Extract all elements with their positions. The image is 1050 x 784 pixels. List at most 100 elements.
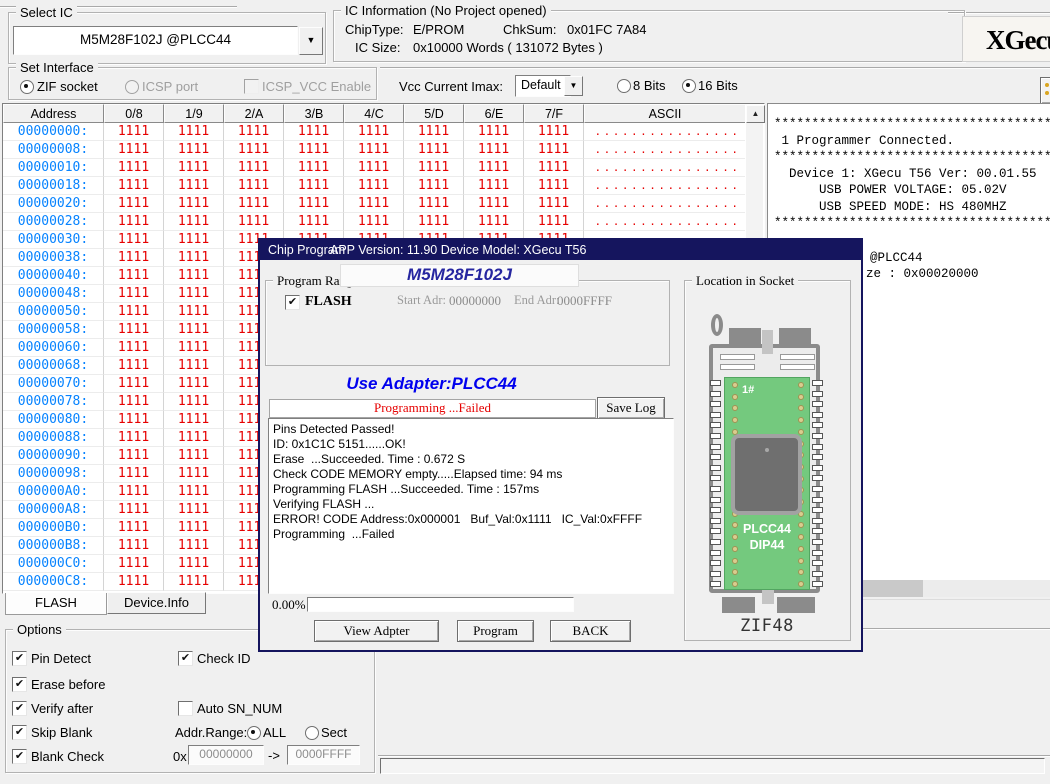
hex-cell[interactable]: 1111 — [104, 123, 164, 141]
bits8-label[interactable]: 8 Bits — [633, 78, 666, 93]
dialog-log-box[interactable]: Pins Detected Passed! ID: 0x1C1C 5151...… — [268, 418, 674, 594]
hex-cell[interactable]: 1111 — [164, 267, 224, 285]
hex-cell[interactable]: 1111 — [404, 195, 464, 213]
hex-cell[interactable]: 1111 — [164, 303, 224, 321]
addr-range-all-radio[interactable] — [247, 726, 261, 740]
hex-cell[interactable]: 1111 — [104, 519, 164, 537]
verify-after-label[interactable]: Verify after — [31, 701, 93, 716]
column-header[interactable]: 3/B — [284, 104, 344, 123]
hex-cell[interactable]: 1111 — [404, 141, 464, 159]
dialog-flash-checkbox[interactable]: ✔ — [285, 295, 300, 310]
hex-cell[interactable]: 1111 — [104, 321, 164, 339]
hex-cell[interactable]: 1111 — [104, 447, 164, 465]
hex-cell[interactable]: 1111 — [104, 303, 164, 321]
hex-cell[interactable]: 1111 — [104, 285, 164, 303]
hex-cell[interactable]: 1111 — [164, 159, 224, 177]
hex-cell[interactable]: 1111 — [104, 429, 164, 447]
pin-detect-checkbox[interactable]: ✔ — [12, 651, 27, 666]
hex-cell[interactable]: 1111 — [164, 429, 224, 447]
check-id-label[interactable]: Check ID — [197, 651, 250, 666]
hex-cell[interactable]: 1111 — [164, 483, 224, 501]
ic-selector-box[interactable]: M5M28F102J @PLCC44 — [13, 26, 298, 55]
hex-cell[interactable]: 1111 — [464, 123, 524, 141]
hex-cell[interactable]: 1111 — [104, 141, 164, 159]
icsp-port-radio[interactable] — [125, 80, 139, 94]
hex-cell[interactable]: 1111 — [344, 159, 404, 177]
hex-cell[interactable]: 1111 — [464, 177, 524, 195]
bits16-radio[interactable] — [682, 79, 696, 93]
erase-before-checkbox[interactable]: ✔ — [12, 677, 27, 692]
column-header[interactable]: Address — [3, 104, 104, 123]
blank-check-checkbox[interactable]: ✔ — [12, 749, 27, 764]
hex-cell[interactable]: 1111 — [524, 123, 584, 141]
vcc-imax-select[interactable]: Default — [515, 75, 571, 97]
hex-cell[interactable]: 1111 — [164, 285, 224, 303]
hex-cell[interactable]: 1111 — [104, 537, 164, 555]
table-row[interactable]: 00000018:1111111111111111111111111111111… — [3, 177, 745, 195]
view-adapter-button[interactable]: View Adpter — [314, 620, 439, 642]
column-header[interactable]: 2/A — [224, 104, 284, 123]
vcc-imax-dropdown-button[interactable]: ▼ — [564, 76, 583, 96]
bits16-label[interactable]: 16 Bits — [698, 78, 738, 93]
hex-cell[interactable]: 1111 — [404, 123, 464, 141]
hex-cell[interactable]: 1111 — [164, 357, 224, 375]
hex-cell[interactable]: 1111 — [524, 141, 584, 159]
hex-cell[interactable]: 1111 — [344, 177, 404, 195]
program-button[interactable]: Program — [457, 620, 534, 642]
hex-cell[interactable]: 1111 — [104, 501, 164, 519]
hex-cell[interactable]: 1111 — [164, 411, 224, 429]
hex-cell[interactable]: 1111 — [524, 213, 584, 231]
hex-cell[interactable]: 1111 — [104, 483, 164, 501]
hex-cell[interactable]: 1111 — [524, 177, 584, 195]
skip-blank-checkbox[interactable]: ✔ — [12, 725, 27, 740]
hex-cell[interactable]: 1111 — [104, 375, 164, 393]
hex-cell[interactable]: 1111 — [104, 555, 164, 573]
verify-after-checkbox[interactable]: ✔ — [12, 701, 27, 716]
hex-cell[interactable]: 1111 — [284, 141, 344, 159]
icsp-vcc-checkbox[interactable] — [244, 79, 259, 94]
hex-cell[interactable]: 1111 — [104, 573, 164, 591]
hex-cell[interactable]: 1111 — [224, 213, 284, 231]
hex-cell[interactable]: 1111 — [104, 411, 164, 429]
column-header[interactable]: 5/D — [404, 104, 464, 123]
hex-cell[interactable]: 1111 — [404, 159, 464, 177]
hex-cell[interactable]: 1111 — [164, 213, 224, 231]
hex-cell[interactable]: 1111 — [284, 177, 344, 195]
hex-cell[interactable]: 1111 — [164, 375, 224, 393]
hex-cell[interactable]: 1111 — [284, 213, 344, 231]
side-tool-button[interactable] — [1040, 77, 1050, 104]
hex-cell[interactable]: 1111 — [104, 339, 164, 357]
dialog-flash-label[interactable]: FLASH — [305, 294, 352, 310]
hex-cell[interactable]: 1111 — [224, 123, 284, 141]
table-row[interactable]: 00000008:1111111111111111111111111111111… — [3, 141, 745, 159]
scroll-up-button[interactable]: ▲ — [746, 105, 765, 123]
table-row[interactable]: 00000028:1111111111111111111111111111111… — [3, 213, 745, 231]
hex-cell[interactable]: 1111 — [524, 159, 584, 177]
column-header[interactable]: 6/E — [464, 104, 524, 123]
bits8-radio[interactable] — [617, 79, 631, 93]
hex-cell[interactable]: 1111 — [164, 555, 224, 573]
column-header[interactable]: 4/C — [344, 104, 404, 123]
hex-cell[interactable]: 1111 — [104, 231, 164, 249]
hex-cell[interactable]: 1111 — [164, 141, 224, 159]
hex-cell[interactable]: 1111 — [404, 177, 464, 195]
hex-cell[interactable]: 1111 — [164, 393, 224, 411]
hex-cell[interactable]: 1111 — [164, 537, 224, 555]
hex-cell[interactable]: 1111 — [524, 195, 584, 213]
hex-cell[interactable]: 1111 — [344, 195, 404, 213]
hex-cell[interactable]: 1111 — [164, 465, 224, 483]
column-header[interactable]: ASCII — [584, 104, 745, 123]
table-row[interactable]: 00000020:1111111111111111111111111111111… — [3, 195, 745, 213]
table-row[interactable]: 00000000:1111111111111111111111111111111… — [3, 123, 745, 141]
hex-cell[interactable]: 1111 — [224, 141, 284, 159]
table-row[interactable]: 00000010:1111111111111111111111111111111… — [3, 159, 745, 177]
hex-cell[interactable]: 1111 — [464, 141, 524, 159]
hex-cell[interactable]: 1111 — [104, 393, 164, 411]
hex-cell[interactable]: 1111 — [164, 177, 224, 195]
hex-cell[interactable]: 1111 — [224, 159, 284, 177]
column-header[interactable]: 7/F — [524, 104, 584, 123]
hex-cell[interactable]: 1111 — [164, 321, 224, 339]
hex-cell[interactable]: 1111 — [104, 249, 164, 267]
addr-range-all-label[interactable]: ALL — [263, 725, 286, 740]
column-header[interactable]: 1/9 — [164, 104, 224, 123]
